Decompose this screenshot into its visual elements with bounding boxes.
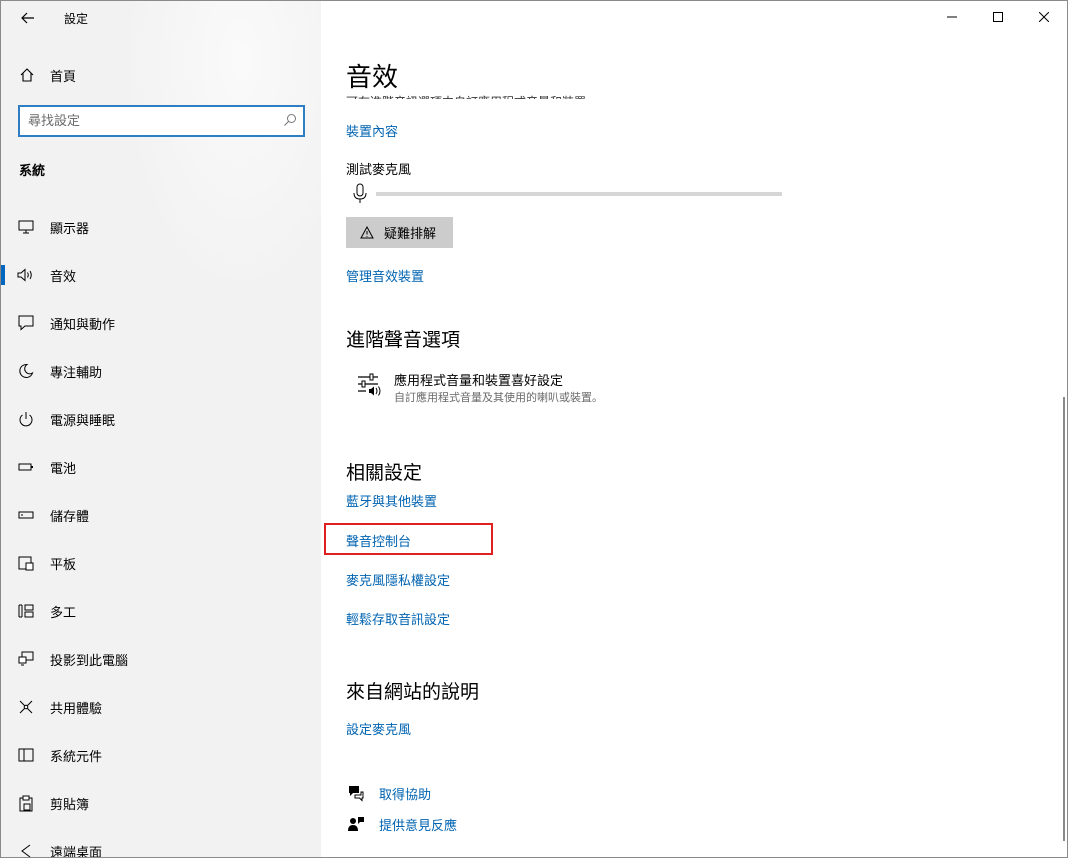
search-icon[interactable]: [283, 113, 297, 127]
sidebar: 設定 首頁 系統 顯示器 音效 通知與動作 專注輔助: [1, 1, 321, 857]
sidebar-item-shared-experiences[interactable]: 共用體驗: [1, 687, 321, 727]
manage-sound-devices-link[interactable]: 管理音效裝置: [346, 266, 424, 285]
sidebar-item-label: 平板: [50, 557, 77, 573]
app-volume-title: 應用程式音量和裝置喜好設定: [394, 374, 564, 389]
microphone-icon: [353, 183, 367, 203]
home-label: 首頁: [50, 69, 77, 85]
back-arrow-icon: [21, 12, 34, 24]
section-label-system: 系統: [19, 164, 46, 179]
sidebar-item-label: 通知與動作: [50, 317, 116, 333]
notification-icon: [17, 314, 35, 332]
power-icon: [17, 410, 35, 428]
warning-icon: [360, 226, 374, 240]
close-button[interactable]: [1021, 1, 1067, 33]
app-title: 設定: [64, 12, 89, 26]
search-input[interactable]: [28, 113, 273, 129]
sidebar-item-label: 共用體驗: [50, 701, 103, 717]
microphone-privacy-link[interactable]: 麥克風隱私權設定: [346, 570, 450, 589]
sidebar-item-power-sleep[interactable]: 電源與睡眠: [1, 399, 321, 439]
device-properties-link[interactable]: 裝置內容: [346, 121, 398, 140]
app-volume-description: 自訂應用程式音量及其使用的喇叭或裝置。: [394, 391, 603, 404]
sidebar-item-battery[interactable]: 電池: [1, 447, 321, 487]
sidebar-item-sound[interactable]: 音效: [1, 255, 321, 295]
tablet-icon: [17, 554, 35, 572]
mic-level-meter: [376, 192, 782, 196]
sidebar-item-label: 遠端桌面: [50, 845, 103, 858]
multitask-icon: [17, 602, 35, 620]
maximize-icon: [993, 12, 1003, 22]
give-feedback-label: 提供意見反應: [379, 818, 458, 834]
search-box[interactable]: [18, 105, 305, 137]
bluetooth-devices-link[interactable]: 藍牙與其他裝置: [346, 491, 437, 510]
highlight-box: [324, 523, 493, 555]
storage-icon: [17, 506, 35, 524]
clipped-description: 可在進階音訊選項中自訂應用程式音量和裝置。: [346, 89, 598, 99]
remote-desktop-icon: [17, 842, 35, 857]
sidebar-item-notifications[interactable]: 通知與動作: [1, 303, 321, 343]
sidebar-item-label: 專注輔助: [50, 365, 103, 381]
main-pane: [321, 1, 1067, 857]
troubleshoot-label: 疑難排解: [384, 227, 437, 242]
troubleshoot-button[interactable]: 疑難排解: [346, 217, 453, 248]
sidebar-item-system-components[interactable]: 系統元件: [1, 735, 321, 775]
sidebar-item-label: 音效: [50, 269, 77, 285]
sidebar-item-label: 系統元件: [50, 749, 103, 765]
sidebar-item-remote-desktop[interactable]: 遠端桌面: [1, 831, 321, 858]
battery-icon: [17, 458, 35, 476]
related-settings-heading: 相關設定: [346, 462, 423, 484]
sidebar-item-storage[interactable]: 儲存體: [1, 495, 321, 535]
home-nav-item[interactable]: 首頁: [19, 64, 76, 86]
test-microphone-label: 測試麥克風: [346, 163, 412, 178]
back-button[interactable]: [13, 5, 43, 31]
advanced-sound-heading: 進階聲音選項: [346, 329, 461, 351]
minimize-icon: [947, 16, 957, 18]
clipboard-icon: [17, 794, 35, 812]
get-help-row[interactable]: 取得協助: [346, 782, 431, 804]
sidebar-item-label: 電池: [50, 461, 77, 477]
scrollbar[interactable]: [1063, 397, 1065, 841]
active-indicator: [1, 265, 5, 285]
sidebar-item-label: 電源與睡眠: [50, 413, 116, 429]
sidebar-item-clipboard[interactable]: 剪貼簿: [1, 783, 321, 823]
feedback-icon: [346, 814, 366, 834]
sidebar-item-multitasking[interactable]: 多工: [1, 591, 321, 631]
sidebar-item-label: 剪貼簿: [50, 797, 90, 813]
app-volume-preferences-item[interactable]: 應用程式音量和裝置喜好設定 自訂應用程式音量及其使用的喇叭或裝置。: [356, 367, 776, 407]
sidebar-item-label: 顯示器: [50, 221, 90, 237]
sidebar-item-label: 多工: [50, 605, 77, 621]
sidebar-item-label: 投影到此電腦: [50, 653, 129, 669]
share-icon: [17, 698, 35, 716]
sidebar-item-label: 儲存體: [50, 509, 90, 525]
settings-window: 設定 首頁 系統 顯示器 音效 通知與動作 專注輔助: [0, 0, 1068, 858]
home-icon: [19, 67, 35, 83]
monitor-icon: [17, 218, 35, 236]
give-feedback-row[interactable]: 提供意見反應: [346, 813, 457, 835]
speaker-icon: [17, 266, 35, 284]
sidebar-item-project[interactable]: 投影到此電腦: [1, 639, 321, 679]
minimize-button[interactable]: [929, 1, 975, 33]
close-icon: [1039, 12, 1049, 22]
get-help-label: 取得協助: [379, 787, 432, 803]
setup-microphone-link[interactable]: 設定麥克風: [346, 719, 411, 738]
maximize-button[interactable]: [975, 1, 1021, 33]
sidebar-item-display[interactable]: 顯示器: [1, 207, 321, 247]
components-icon: [17, 746, 35, 764]
web-help-heading: 來自網站的說明: [346, 681, 480, 703]
sidebar-item-focus-assist[interactable]: 專注輔助: [1, 351, 321, 391]
project-icon: [17, 650, 35, 668]
mixer-icon: [358, 373, 381, 396]
ease-of-access-audio-link[interactable]: 輕鬆存取音訊設定: [346, 609, 450, 628]
chat-help-icon: [346, 783, 366, 803]
sidebar-item-tablet[interactable]: 平板: [1, 543, 321, 583]
moon-icon: [17, 362, 35, 380]
